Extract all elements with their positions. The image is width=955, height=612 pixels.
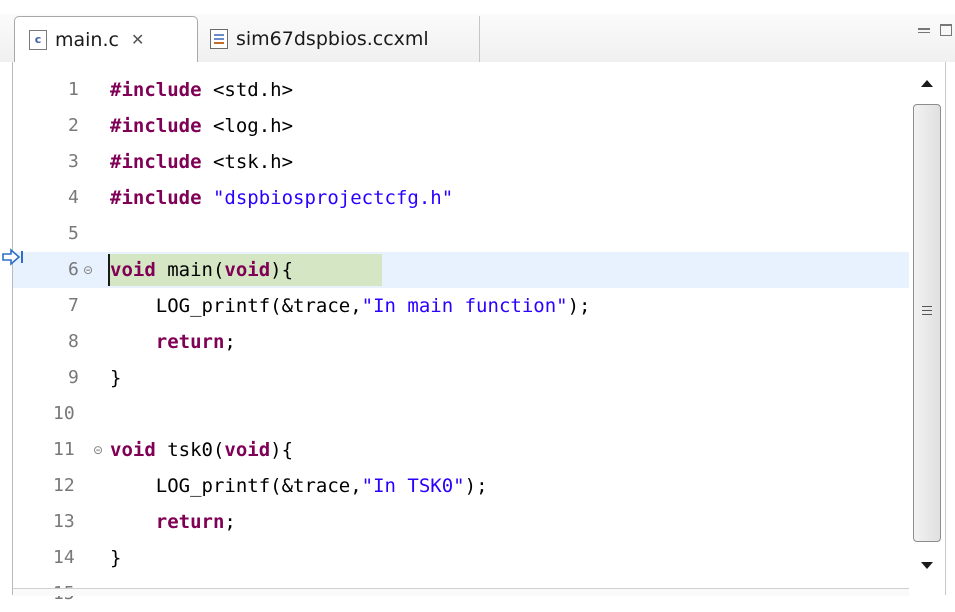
code-line[interactable]: 12 LOG_printf(&trace,"In TSK0"); bbox=[13, 468, 909, 504]
code-text[interactable]: return; bbox=[110, 504, 236, 540]
close-tab-icon[interactable]: ✕ bbox=[131, 32, 144, 48]
c-file-icon: c bbox=[29, 30, 47, 50]
code-line[interactable]: 9} bbox=[13, 360, 909, 396]
editor-tab-bar: c main.c ✕ sim67dspbios.ccxml bbox=[0, 0, 955, 63]
code-text[interactable]: } bbox=[110, 540, 121, 576]
code-line[interactable]: 1 #include <std.h> bbox=[13, 72, 909, 108]
tab-sim67dspbios-label: sim67dspbios.ccxml bbox=[236, 28, 429, 50]
line-number: 10 bbox=[53, 403, 75, 424]
code-line[interactable]: 11 ⊝ void tsk0(void){ bbox=[13, 432, 909, 468]
maximize-icon[interactable] bbox=[940, 24, 952, 36]
scrollbar-grip-icon bbox=[922, 306, 932, 315]
code-line[interactable]: 4 #include "dspbiosprojectcfg.h" bbox=[13, 180, 909, 216]
code-text[interactable]: LOG_printf(&trace,"In TSK0"); bbox=[110, 468, 488, 504]
code-text[interactable]: return; bbox=[110, 324, 236, 360]
code-line[interactable]: 8 return; bbox=[13, 324, 909, 360]
editor-right-border bbox=[945, 62, 946, 595]
code-line[interactable]: 14} bbox=[13, 540, 909, 576]
code-text[interactable]: void tsk0(void){ bbox=[110, 432, 293, 468]
scroll-up-arrow-icon[interactable] bbox=[921, 80, 933, 87]
line-number: 14 bbox=[53, 547, 75, 568]
tab-sim67dspbios-ccxml[interactable]: sim67dspbios.ccxml bbox=[198, 16, 480, 62]
code-line[interactable]: 13 return; bbox=[13, 504, 909, 540]
code-line[interactable]: 2 #include <log.h> bbox=[13, 108, 909, 144]
code-text[interactable]: LOG_printf(&trace,"In main function"); bbox=[110, 288, 591, 324]
code-text[interactable]: void main(void){ bbox=[110, 252, 293, 288]
code-text[interactable]: } bbox=[110, 360, 121, 396]
line-number: 13 bbox=[53, 511, 75, 532]
tab-main-c-label: main.c bbox=[55, 29, 119, 51]
minimize-icon[interactable] bbox=[918, 28, 930, 33]
code-text[interactable]: #include <log.h> bbox=[110, 108, 293, 144]
code-text[interactable]: #include <tsk.h> bbox=[110, 144, 293, 180]
ccxml-file-icon bbox=[210, 29, 228, 49]
fold-toggle-icon[interactable]: ⊝ bbox=[83, 252, 93, 288]
tab-main-c[interactable]: c main.c ✕ bbox=[14, 16, 198, 63]
code-text[interactable]: #include <std.h> bbox=[110, 72, 293, 108]
line-number: 12 bbox=[53, 475, 75, 496]
fold-toggle-icon[interactable]: ⊝ bbox=[93, 432, 103, 468]
code-text[interactable]: #include "dspbiosprojectcfg.h" bbox=[110, 180, 453, 216]
code-line[interactable]: 5 bbox=[13, 216, 909, 252]
code-line[interactable]: 7 LOG_printf(&trace,"In main function"); bbox=[13, 288, 909, 324]
line-number: 5 bbox=[68, 223, 79, 244]
code-editor-window: c main.c ✕ sim67dspbios.ccxml 1 #include … bbox=[0, 0, 955, 604]
code-line[interactable]: 3 #include <tsk.h> bbox=[13, 144, 909, 180]
scrollbar-thumb[interactable] bbox=[913, 104, 941, 542]
code-line[interactable]: 6 ⊝ void main(void){ bbox=[13, 252, 909, 288]
scroll-down-arrow-icon[interactable] bbox=[921, 562, 933, 569]
code-line[interactable]: 10 bbox=[13, 396, 909, 432]
